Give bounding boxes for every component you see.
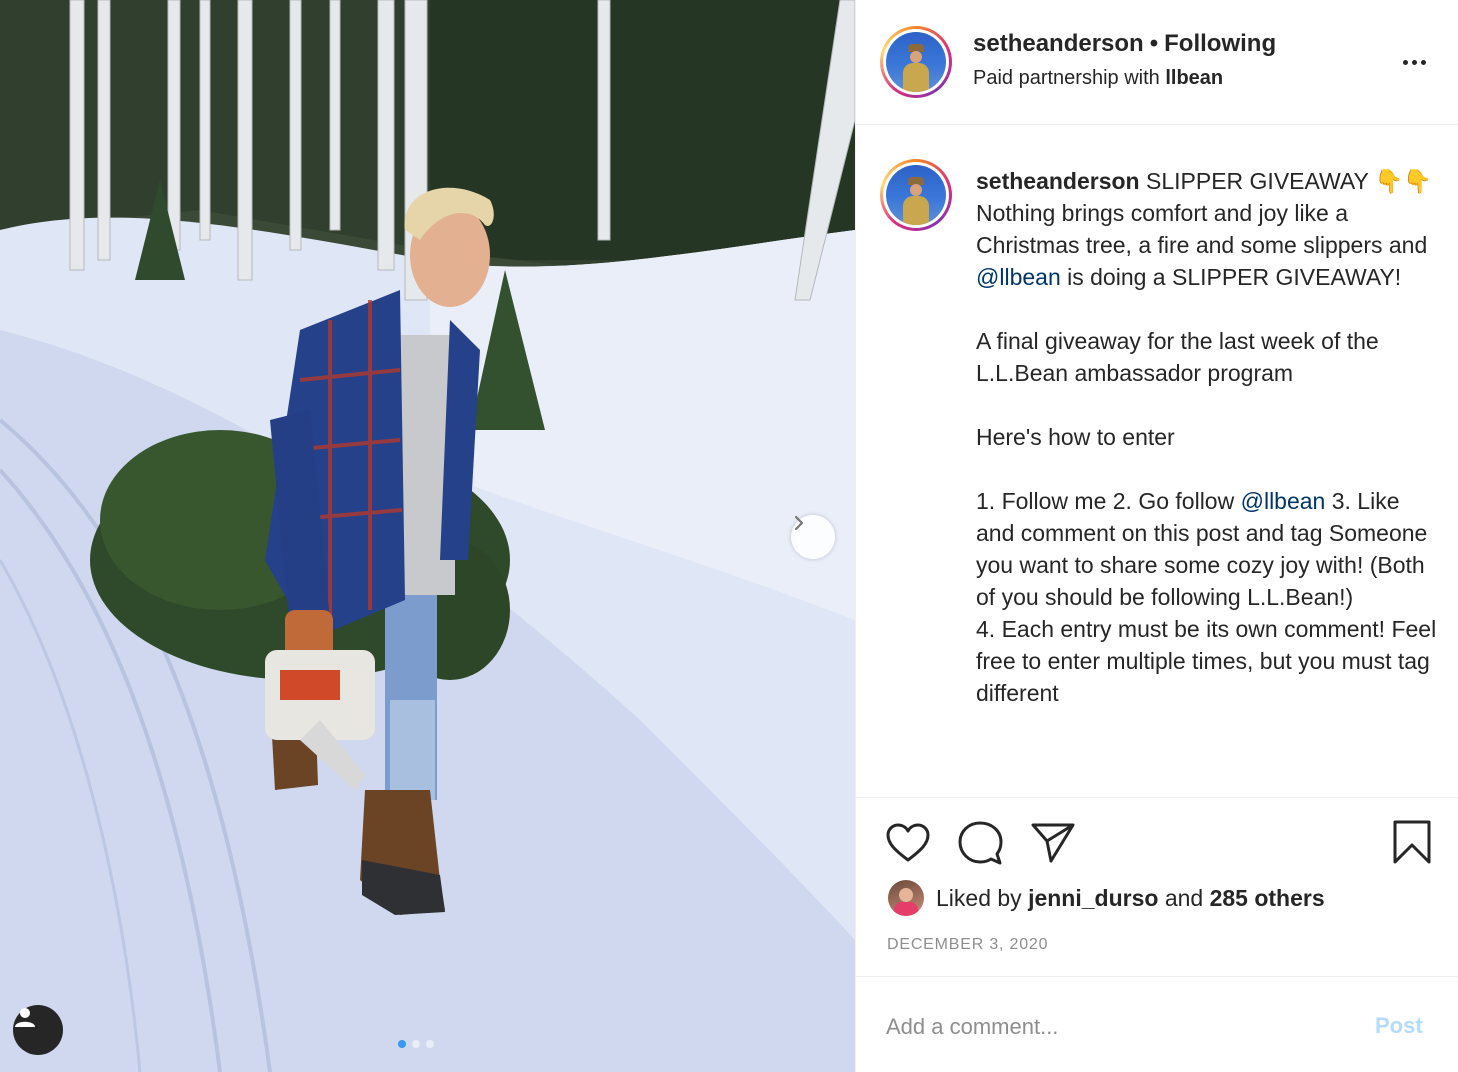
author-avatar-image (886, 32, 946, 92)
next-slide-button[interactable] (791, 515, 835, 559)
heart-icon (886, 823, 930, 862)
carousel-indicator (398, 1040, 434, 1048)
share-button[interactable] (1030, 822, 1076, 864)
caption-text: is doing a SLIPPER GIVEAWAY! A final giv… (976, 264, 1402, 514)
header-separator: • (1149, 30, 1159, 57)
author-username-link[interactable]: setheanderson (973, 30, 1144, 57)
author-avatar[interactable] (880, 26, 952, 98)
carousel-dot (412, 1040, 420, 1048)
caption-author-avatar[interactable] (880, 159, 952, 231)
comment-bubble-icon (958, 821, 1003, 865)
more-options-button[interactable] (1396, 52, 1432, 72)
caption-scroll-area[interactable]: setheanderson SLIPPER GIVEAWAY 👇👇 Nothin… (856, 125, 1458, 797)
carousel-dot-active (398, 1040, 406, 1048)
likes-prefix: Liked by (936, 884, 1022, 911)
comment-form: Post (856, 977, 1458, 1072)
comment-input[interactable] (886, 1007, 1356, 1047)
partner-link[interactable]: llbean (1165, 67, 1223, 89)
paper-plane-icon (1031, 823, 1075, 863)
tagged-users-button[interactable] (13, 1005, 63, 1055)
post-header: setheanderson • Following Paid partnership… (856, 0, 1458, 125)
post-photo[interactable] (0, 0, 855, 1072)
chevron-right-icon (794, 515, 804, 531)
likes-summary: Liked by jenni_durso and 285 others (888, 880, 1325, 916)
like-button[interactable] (886, 823, 930, 863)
post-comment-button[interactable]: Post (1375, 1013, 1423, 1039)
caption-mention-llbean[interactable]: @llbean (1241, 488, 1326, 514)
caption-text: 3. Like and comment on this post and tag… (976, 488, 1437, 706)
partnership-prefix: Paid partnership with (973, 67, 1160, 89)
liker-avatar[interactable] (888, 880, 924, 916)
following-button[interactable]: Following (1164, 30, 1276, 57)
header-user-line: setheanderson • Following (973, 30, 1276, 58)
save-button[interactable] (1392, 819, 1432, 865)
caption-username-link[interactable]: setheanderson (976, 168, 1140, 194)
user-icon (15, 1008, 35, 1027)
post-sidebar: setheanderson • Following Paid partnership… (855, 0, 1458, 1072)
post-caption: setheanderson SLIPPER GIVEAWAY 👇👇 Nothin… (976, 165, 1438, 709)
likes-text: Liked by jenni_durso and 285 others (936, 885, 1325, 912)
snow-scene-illustration (0, 0, 855, 1072)
comment-button[interactable] (957, 820, 1003, 866)
likes-conjunction: and (1164, 884, 1204, 911)
carousel-dot (426, 1040, 434, 1048)
bookmark-icon (1393, 820, 1431, 864)
paid-partnership-label: Paid partnership with llbean (973, 67, 1223, 90)
liker-username-link[interactable]: jenni_durso (1028, 885, 1158, 911)
post-date[interactable]: DECEMBER 3, 2020 (887, 936, 1048, 954)
likes-others-link[interactable]: 285 others (1210, 885, 1325, 911)
more-horizontal-icon (1402, 59, 1408, 65)
caption-mention-llbean[interactable]: @llbean (976, 264, 1061, 290)
